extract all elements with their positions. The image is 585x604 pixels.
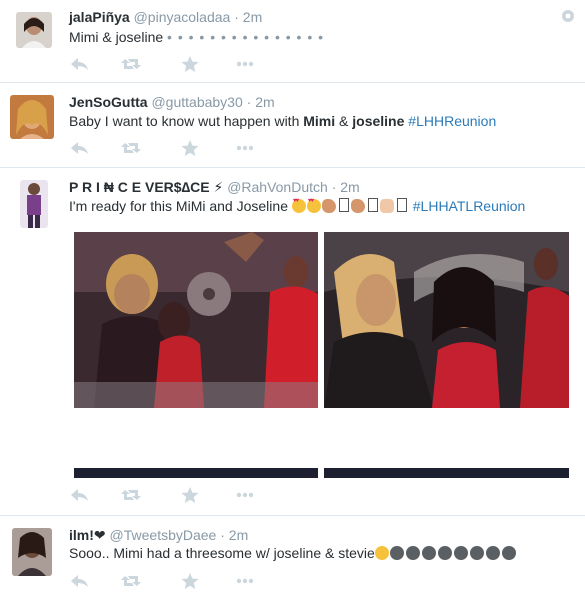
tweet-header: JenSoGutta @guttababy30 · 2m (69, 94, 275, 110)
grey-emoji (437, 546, 452, 560)
tweet-media[interactable] (74, 232, 569, 478)
missing-glyph-icon (338, 198, 349, 212)
media-photo[interactable] (324, 232, 569, 408)
tweet-header: P R I ₦ C E VER$∆CE ⚡ @RahVonDutch · 2m (69, 179, 360, 196)
media-photo[interactable] (74, 232, 318, 408)
grey-emoji (469, 546, 484, 560)
tweet-text-body: Mimi & joseline (69, 29, 164, 45)
raised-hands-emoji (379, 199, 394, 213)
fullname[interactable]: jalaPiñya (69, 9, 130, 25)
highlight-mimi: Mimi (303, 113, 336, 129)
tweet-text-body: I'm ready for this MiMi and Joseline (69, 198, 288, 214)
hashtag-link[interactable]: #LHHReunion (408, 113, 496, 129)
tweet-header: ilm!❤ @TweetsbyDaee · 2m (69, 527, 248, 544)
separator: · (246, 94, 252, 110)
media-photo[interactable] (74, 468, 318, 478)
separator: · (220, 527, 225, 543)
tweet-text: I'm ready for this MiMi and Joseline #LH… (69, 198, 525, 214)
star-icon[interactable] (179, 55, 201, 73)
avatar[interactable] (12, 528, 52, 576)
fullname[interactable]: JenSoGutta (69, 94, 148, 110)
grey-emoji (453, 546, 468, 560)
clap-emoji (350, 199, 365, 213)
grey-emoji (485, 546, 500, 560)
more-icon[interactable] (234, 572, 256, 590)
fullname[interactable]: P R I ₦ C E VER$∆CE ⚡ (69, 179, 223, 195)
clap-emoji (321, 199, 336, 213)
reply-icon[interactable] (69, 55, 91, 73)
star-icon[interactable] (179, 139, 201, 157)
tweet-text-body: Baby I want to know wut happen with (69, 113, 304, 129)
retweet-icon[interactable] (120, 55, 142, 73)
more-icon[interactable] (234, 486, 256, 504)
hashtag-link[interactable]: #LHHATLReunion (413, 198, 526, 214)
username[interactable]: @RahVonDutch (227, 179, 328, 195)
grey-emoji (501, 546, 516, 560)
separator: · (331, 179, 337, 195)
avatar[interactable] (16, 12, 52, 48)
tweet[interactable]: JenSoGutta @guttababy30 · 2m Baby I want… (0, 83, 585, 168)
fullname[interactable]: ilm!❤ (69, 527, 106, 543)
tweet[interactable]: ilm!❤ @TweetsbyDaee · 2m Sooo.. Mimi had… (0, 516, 585, 604)
heart-eyes-emoji (306, 198, 321, 213)
tweet[interactable]: jalaPiñya @pinyacoladaa · 2m Mimi & jose… (0, 0, 585, 83)
tweet-feed: jalaPiñya @pinyacoladaa · 2m Mimi & jose… (0, 0, 585, 604)
username[interactable]: @pinyacoladaa (134, 9, 231, 25)
media-photo[interactable] (324, 468, 569, 478)
laughing-emoji (374, 546, 389, 560)
reply-icon[interactable] (69, 572, 91, 590)
tweet-text: Sooo.. Mimi had a threesome w/ joseline … (69, 545, 518, 561)
gear-icon[interactable] (561, 9, 575, 23)
reply-icon[interactable] (69, 486, 91, 504)
more-icon[interactable] (234, 55, 256, 73)
missing-glyph-icon (396, 198, 407, 212)
tweet[interactable]: P R I ₦ C E VER$∆CE ⚡ @RahVonDutch · 2m … (0, 168, 585, 516)
grey-emoji (389, 546, 404, 560)
username[interactable]: @guttababy30 (151, 94, 242, 110)
retweet-icon[interactable] (120, 139, 142, 157)
star-icon[interactable] (179, 572, 201, 590)
avatar[interactable] (20, 180, 48, 228)
ampersand: & (335, 113, 353, 129)
tweet-header: jalaPiñya @pinyacoladaa · 2m (69, 9, 262, 25)
reply-icon[interactable] (69, 139, 91, 157)
avatar[interactable] (10, 95, 54, 139)
more-icon[interactable] (234, 139, 256, 157)
timestamp[interactable]: 2m (243, 9, 262, 25)
tweet-text: Mimi & joseline • • • • • • • • • • • • … (69, 29, 324, 45)
grey-emoji (405, 546, 420, 560)
timestamp[interactable]: 2m (255, 94, 274, 110)
tweet-text-body: Sooo.. Mimi had a threesome w/ joseline … (69, 545, 375, 561)
missing-glyph-icon (367, 198, 378, 212)
retweet-icon[interactable] (120, 486, 142, 504)
grey-emoji (421, 546, 436, 560)
heart-eyes-emoji (291, 198, 306, 213)
timestamp[interactable]: 2m (340, 179, 359, 195)
retweet-icon[interactable] (120, 572, 142, 590)
highlight-joseline: joseline (352, 113, 405, 129)
star-icon[interactable] (179, 486, 201, 504)
username[interactable]: @TweetsbyDaee (110, 527, 217, 543)
dots-emoji: • • • • • • • • • • • • • • • (167, 29, 325, 45)
separator: · (234, 9, 239, 25)
timestamp[interactable]: 2m (229, 527, 248, 543)
tweet-text: Baby I want to know wut happen with Mimi… (69, 113, 496, 129)
